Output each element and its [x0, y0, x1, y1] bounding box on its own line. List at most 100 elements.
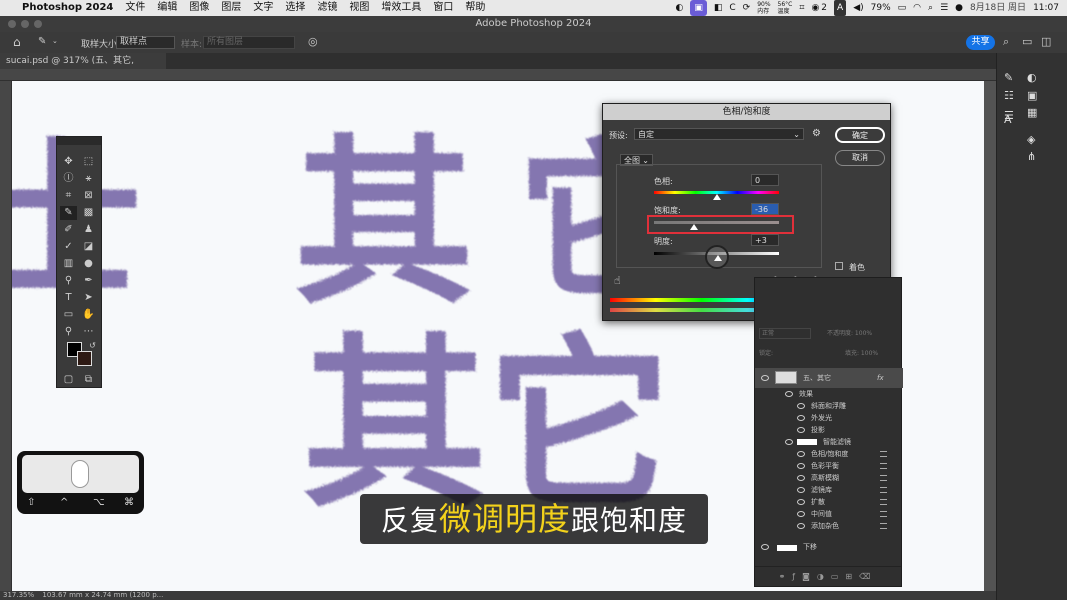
dialog-title[interactable]: 色相/饱和度 — [603, 104, 890, 120]
filter-row[interactable]: 扩散 — [755, 496, 903, 508]
adjust-icon[interactable]: ☷ — [1004, 89, 1014, 102]
dodge-icon[interactable]: ⚲ — [60, 274, 77, 288]
fx-icon[interactable]: ƒ — [792, 572, 802, 581]
link-icon[interactable]: ⚭ — [779, 572, 793, 581]
folder-icon[interactable]: ▭ — [831, 572, 846, 581]
tool-icon[interactable]: ⌗ — [799, 0, 804, 16]
quickmask-icon[interactable]: ▢ — [60, 373, 77, 387]
sample-select[interactable]: 所有图层 — [203, 36, 295, 49]
toolbox-header[interactable] — [57, 137, 101, 145]
move-icon[interactable]: ✥ — [60, 155, 77, 169]
filter-row[interactable]: 滤镜库 — [755, 484, 903, 496]
menu-layer[interactable]: 图层 — [221, 0, 241, 16]
brush-settings-icon[interactable]: ✎ — [1004, 71, 1013, 84]
color-icon[interactable]: ▣ — [1027, 89, 1037, 102]
status-sync-icon[interactable]: ⟳ — [743, 0, 751, 16]
paths-icon[interactable]: ⋔ — [1027, 150, 1036, 163]
type-icon[interactable]: T — [60, 291, 77, 305]
ok-button[interactable]: 确定 — [835, 127, 885, 143]
zoom-level[interactable]: 317.35% — [3, 591, 34, 599]
menu-filter[interactable]: 滤镜 — [317, 0, 337, 16]
new-layer-icon[interactable]: ⊞ — [845, 572, 859, 581]
background-color-swatch[interactable] — [77, 351, 92, 366]
frame-icon[interactable]: ⊠ — [80, 189, 97, 203]
eye-icon[interactable] — [797, 427, 805, 433]
screen-mode-icon[interactable]: ⧉ — [80, 373, 97, 387]
adjustment-icon[interactable]: ◑ — [817, 572, 831, 581]
mask-icon[interactable]: ◙ — [802, 572, 817, 581]
ruler-vertical[interactable] — [0, 81, 12, 591]
filter-options-icon[interactable] — [880, 523, 887, 529]
marquee-icon[interactable]: ⬚ — [80, 155, 97, 169]
crop-icon[interactable]: ⌗ — [60, 189, 77, 203]
doc-tab[interactable]: sucai.psd @ 317% (五、其它, RGB/8#) * — [0, 53, 166, 82]
trash-icon[interactable]: ⌫ — [859, 572, 877, 581]
wechat-icon[interactable]: ◉ — [811, 0, 819, 16]
lightness-input[interactable]: +3 — [751, 234, 779, 246]
preset-select[interactable]: 自定 ⌄ — [634, 128, 804, 140]
saturation-slider-thumb[interactable] — [690, 224, 698, 230]
eye-icon[interactable] — [797, 499, 805, 505]
ruler-horizontal[interactable] — [0, 69, 996, 81]
layer-row[interactable]: 下移 — [755, 541, 903, 555]
learn-icon[interactable]: ◐ — [1027, 71, 1037, 84]
blend-mode-select[interactable]: 正常 — [759, 328, 811, 339]
workspace-icon[interactable]: ▭ — [1022, 35, 1032, 48]
healing-icon[interactable]: ▩ — [80, 206, 97, 220]
menu-plugins[interactable]: 增效工具 — [381, 0, 421, 16]
hand-targeted-adjust-icon[interactable]: ☝ — [614, 274, 621, 287]
temp-status[interactable]: 56°C 温度 — [778, 1, 793, 15]
eye-icon[interactable] — [797, 487, 805, 493]
eyedropper-icon[interactable]: ✎ — [38, 36, 46, 47]
minimize-window-button[interactable] — [21, 20, 29, 28]
eye-icon[interactable] — [785, 391, 793, 397]
status-circle-icon[interactable]: ◐ — [675, 0, 683, 16]
menu-file[interactable]: 文件 — [125, 0, 145, 16]
eraser-icon[interactable]: ◪ — [80, 240, 97, 254]
magic-wand-icon[interactable]: ⚹ — [80, 172, 97, 186]
swap-colors-icon[interactable]: ↺ — [84, 339, 101, 353]
menu-image[interactable]: 图像 — [189, 0, 209, 16]
history-brush-icon[interactable]: ✓ — [60, 240, 77, 254]
eye-icon[interactable] — [797, 415, 805, 421]
effect-row[interactable]: 外发光 — [755, 412, 903, 424]
filter-options-icon[interactable] — [880, 463, 887, 469]
filter-options-icon[interactable] — [880, 499, 887, 505]
zoom-window-button[interactable] — [34, 20, 42, 28]
colorize-checkbox[interactable] — [835, 262, 843, 270]
doc-info[interactable]: 103.67 mm x 24.74 mm (1200 p... — [42, 591, 163, 599]
eye-icon[interactable] — [797, 451, 805, 457]
siri-icon[interactable]: ● — [955, 0, 963, 16]
glyphs-icon[interactable]: A — [1004, 113, 1012, 126]
filter-row[interactable]: 色相/饱和度 — [755, 448, 903, 460]
memory-status[interactable]: 90% 内存 — [757, 1, 770, 15]
volume-icon[interactable]: ◀) — [853, 0, 863, 16]
hand-icon[interactable]: ✋ — [80, 308, 97, 322]
filter-row[interactable]: 高斯模糊 — [755, 472, 903, 484]
menu-view[interactable]: 视图 — [349, 0, 369, 16]
menu-window[interactable]: 窗口 — [433, 0, 453, 16]
menu-type[interactable]: 文字 — [253, 0, 273, 16]
swatches-icon[interactable]: ▦ — [1027, 106, 1037, 119]
eye-icon[interactable] — [797, 511, 805, 517]
lasso-icon[interactable]: ⓛ — [60, 172, 77, 186]
filter-row[interactable]: 色彩平衡 — [755, 460, 903, 472]
hue-slider-thumb[interactable] — [713, 194, 721, 200]
sample-size-select[interactable]: 取样点 — [116, 36, 175, 49]
eye-icon[interactable] — [797, 475, 805, 481]
eye-icon[interactable] — [761, 375, 769, 381]
effects-group-row[interactable]: 效果 — [755, 388, 903, 400]
saturation-input[interactable]: -36 — [751, 203, 779, 215]
smart-filter-row[interactable]: 智能滤镜 — [755, 436, 903, 448]
effect-row[interactable]: 斜面和浮雕 — [755, 400, 903, 412]
blur-icon[interactable]: ● — [80, 257, 97, 271]
menu-edit[interactable]: 编辑 — [157, 0, 177, 16]
zoom-icon[interactable]: ⚲ — [60, 325, 77, 339]
effect-row[interactable]: 投影 — [755, 424, 903, 436]
saturation-slider-track[interactable] — [654, 221, 779, 224]
input-method[interactable]: A — [834, 0, 847, 16]
pen-icon[interactable]: ✒ — [80, 274, 97, 288]
menu-select[interactable]: 选择 — [285, 0, 305, 16]
opacity-field[interactable]: 不透明度: 100% — [827, 328, 889, 339]
brush-icon[interactable]: ✐ — [60, 223, 77, 237]
